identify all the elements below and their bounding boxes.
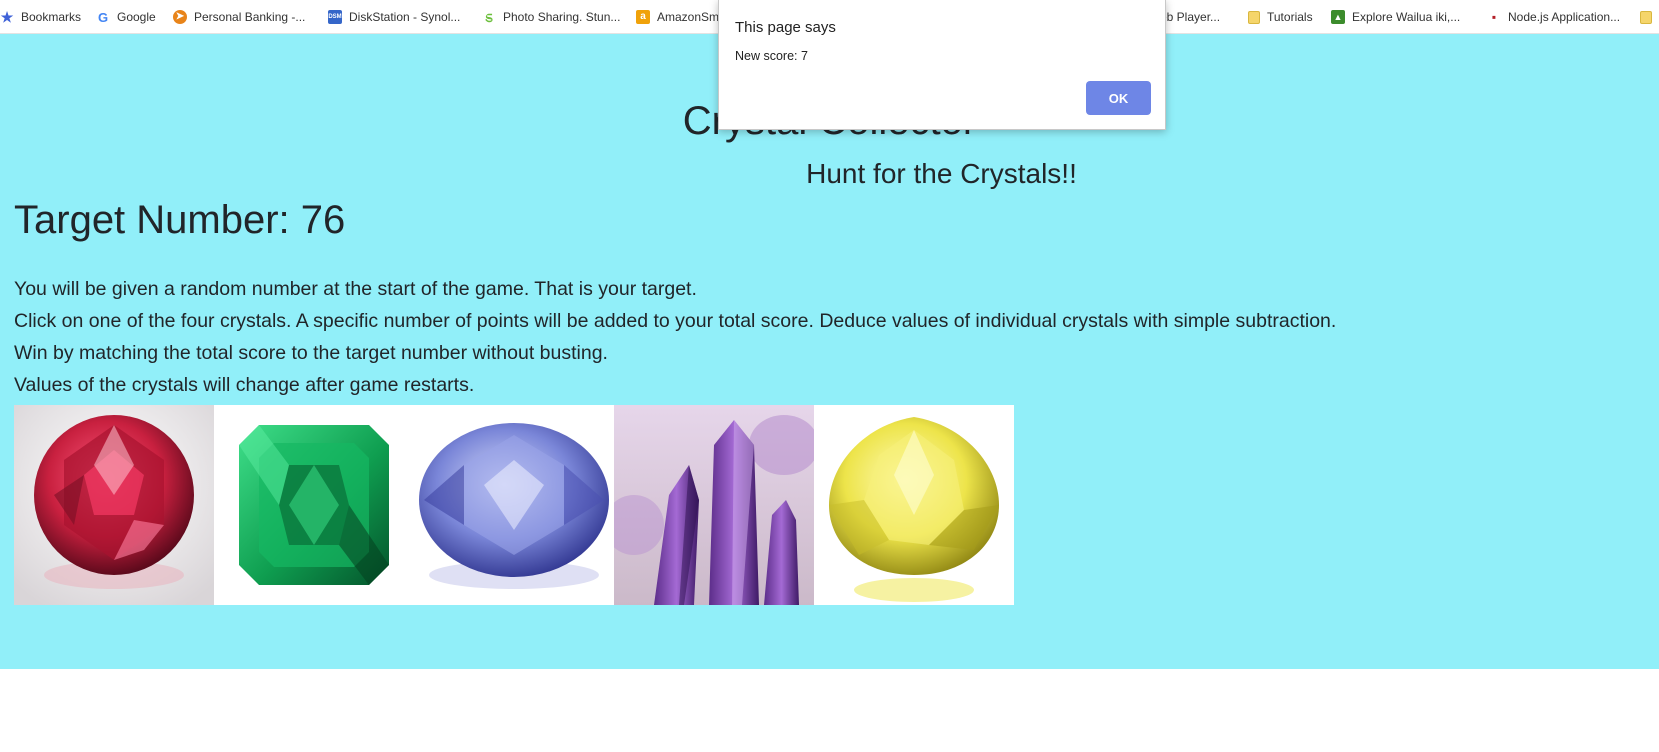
bookmark-label: Google [117,10,156,24]
bookmark-overflow-folder[interactable] [1640,0,1659,33]
bookmark-web-player[interactable]: eb Player... [1160,0,1221,33]
instruction-line: You will be given a random number at the… [14,278,697,300]
bookmark-nodejs[interactable]: ▪ Node.js Application... [1487,0,1621,33]
page-subtitle: Hunt for the Crystals!! [806,158,1077,189]
alert-dialog: This page says New score: 7 OK [718,0,1166,130]
smugmug-icon: ಽ [485,8,493,26]
nodejs-icon: ▪ [1491,10,1497,24]
crystal-ruby[interactable] [14,405,214,605]
crystal-row [14,405,1014,605]
bookmark-label: eb Player... [1160,10,1221,24]
alltrails-icon: ▲ [1331,10,1345,24]
bookmark-label: DiskStation - Synol... [349,10,461,24]
star-icon: ★ [0,9,14,25]
bookmark-explore-wailua[interactable]: ▲ Explore Wailua iki,... [1331,0,1461,33]
crystal-citrine[interactable] [814,405,1014,605]
bookmark-tutorials[interactable]: Tutorials [1248,0,1313,33]
bookmark-diskstation[interactable]: DSM DiskStation - Synol... [328,0,461,33]
bookmark-google[interactable]: G Google [96,0,156,33]
google-icon: G [97,9,109,25]
bookmark-label: Personal Banking -... [194,10,306,24]
amazon-icon: a [636,10,650,24]
dialog-message: New score: 7 [735,49,808,63]
bookmark-label: Tutorials [1267,10,1313,24]
bookmark-label: Bookmarks [21,10,82,24]
folder-icon [1248,10,1260,24]
bookmark-label: Explore Wailua iki,... [1352,10,1461,24]
instruction-line: Win by matching the total score to the t… [14,342,608,364]
bookmark-label: AmazonSm [657,10,720,24]
dialog-title: This page says [735,19,836,36]
bookmark-bookmarks[interactable]: ★ Bookmarks [0,0,82,33]
target-number: Target Number: 76 [14,198,346,242]
ok-button[interactable]: OK [1086,81,1151,115]
instruction-line: Values of the crystals will change after… [14,374,475,396]
bookmark-label: Photo Sharing. Stun... [503,10,621,24]
bookmark-photo-sharing[interactable]: ಽ Photo Sharing. Stun... [482,0,621,33]
crystal-amethyst[interactable] [614,405,814,605]
crystal-emerald[interactable] [214,405,414,605]
folder-icon [1640,10,1652,24]
banking-icon: ➤ [173,10,187,24]
instruction-line: Click on one of the four crystals. A spe… [14,310,1337,332]
crystal-sapphire[interactable] [414,405,614,605]
dsm-icon: DSM [328,10,342,24]
bookmark-personal-banking[interactable]: ➤ Personal Banking -... [173,0,306,33]
bookmark-amazonsmile[interactable]: a AmazonSm [636,0,720,33]
bookmark-label: Node.js Application... [1508,10,1621,24]
